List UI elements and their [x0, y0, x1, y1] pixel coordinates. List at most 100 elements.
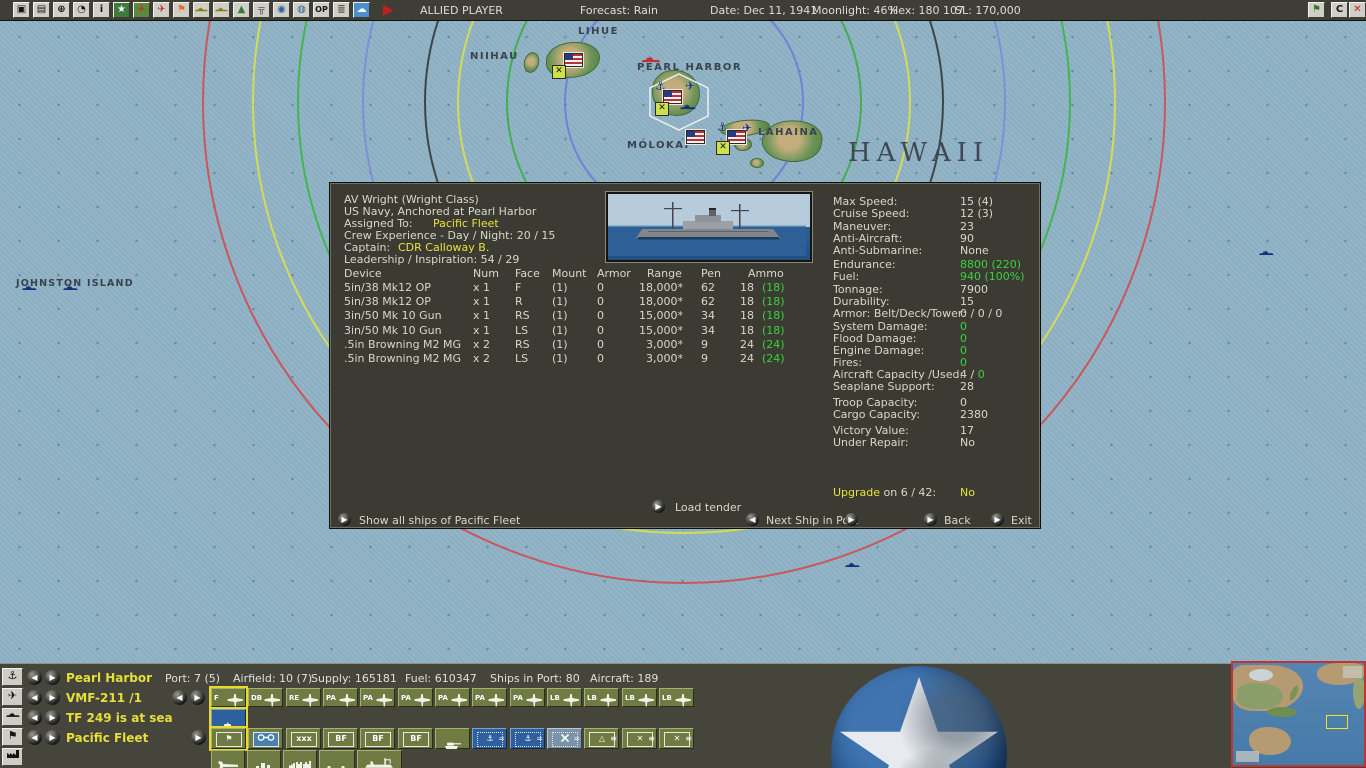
hq-bf-button[interactable]: BF — [323, 728, 358, 749]
allied-air-icon[interactable]: ✈ — [153, 2, 170, 18]
next-tf-arrow[interactable]: ▶ — [45, 710, 60, 725]
exit-arrow[interactable]: ▶ — [991, 513, 1004, 526]
terrain-icon[interactable]: ▲ — [233, 2, 250, 18]
air-group-button-PA[interactable]: PA — [360, 688, 395, 707]
roads-icon[interactable]: ╦ — [253, 2, 270, 18]
hq-repair-button[interactable]: = — [547, 728, 582, 749]
air-group-button-LB[interactable]: LB — [547, 688, 582, 707]
taskforce-link[interactable]: TF 249 is at sea — [66, 711, 173, 725]
exit-button[interactable]: Exit — [1011, 514, 1032, 527]
flag-toggle-icon[interactable]: ⚑ — [1308, 2, 1325, 18]
upgrade-link[interactable]: Upgrade on 6 / 42: — [833, 486, 936, 499]
flags-icon[interactable]: ⚑ — [173, 2, 190, 18]
prev-ship-arrow[interactable]: ◀ — [746, 513, 759, 526]
save-icon[interactable]: ▣ — [13, 2, 30, 18]
prev-tf-arrow[interactable]: ◀ — [27, 710, 42, 725]
hq-bf-button[interactable]: BF — [360, 728, 395, 749]
hq-infantry-button[interactable]: ✕ ≡ — [659, 728, 694, 749]
prev-hq-arrow[interactable]: ◀ — [27, 730, 42, 745]
squadron-name-link[interactable]: VMF-211 /1 — [66, 691, 142, 705]
next-base-arrow[interactable]: ▶ — [45, 670, 60, 685]
air-group-button-RE[interactable]: RE — [286, 688, 321, 707]
hq-bf-button[interactable]: BF — [398, 728, 433, 749]
railroads-icon[interactable]: ≣ — [333, 2, 350, 18]
ship-mode-icon[interactable] — [2, 708, 23, 726]
ships-list-button[interactable] — [319, 750, 355, 768]
japanese-air-icon[interactable]: ✈ — [133, 2, 150, 18]
message-globe-icon[interactable]: ◔ — [73, 2, 90, 18]
ship-marker-east[interactable] — [1259, 250, 1274, 256]
back-arrow[interactable]: ▶ — [924, 513, 937, 526]
hq-anchor-button[interactable]: ⚓ = — [472, 728, 507, 749]
air-group-button-F[interactable]: F — [211, 688, 246, 707]
hq-link-button[interactable] — [248, 728, 283, 749]
ship-marker-johnston-2[interactable] — [63, 285, 78, 291]
air-group-button-PA[interactable]: PA — [398, 688, 433, 707]
industry-button[interactable] — [283, 750, 317, 768]
prev-base-arrow[interactable]: ◀ — [27, 670, 42, 685]
squadron-list-next-arrow[interactable]: ▶ — [190, 690, 205, 705]
report-icon[interactable]: ▤ — [33, 2, 50, 18]
close-icon[interactable]: ✕ — [1349, 2, 1366, 18]
air-unit-pearl-harbor[interactable]: ✈ — [685, 79, 695, 93]
globe-icon[interactable]: ◉ — [273, 2, 290, 18]
hq-list-next-arrow[interactable]: ▶ — [191, 730, 206, 745]
minimap[interactable] — [1231, 661, 1366, 767]
weather-icon[interactable]: ☁ — [353, 2, 370, 18]
air-group-button-DB[interactable]: DB — [248, 688, 283, 707]
air-group-button-LB[interactable]: LB — [659, 688, 694, 707]
prev-squadron-arrow[interactable]: ◀ — [27, 690, 42, 705]
load-tender-arrow[interactable]: ▶ — [652, 500, 665, 513]
industry-mode-icon[interactable] — [2, 748, 23, 766]
ground-unit-pearl-harbor[interactable]: ✕ — [655, 102, 669, 116]
base-name-link[interactable]: Pearl Harbor — [66, 671, 152, 685]
search-globe-icon[interactable]: ⊕ — [53, 2, 70, 18]
air-unit-lahaina[interactable]: ✈ — [742, 121, 752, 135]
show-all-ships-button[interactable]: Show all ships of Pacific Fleet — [359, 514, 520, 527]
air-group-button-PA[interactable]: PA — [472, 688, 507, 707]
tender-button[interactable] — [357, 750, 402, 768]
hq-xxx-button[interactable]: xxx — [286, 728, 321, 749]
allied-ships-icon[interactable] — [193, 2, 210, 18]
port-mode-icon[interactable]: ⚓ — [2, 668, 23, 686]
air-group-button-LB[interactable]: LB — [584, 688, 619, 707]
squadron-list-prev-arrow[interactable]: ◀ — [172, 690, 187, 705]
supply-depot-button[interactable] — [247, 750, 281, 768]
zoom-globe-icon[interactable]: ◍ — [293, 2, 310, 18]
ship-unit-pearl-harbor[interactable] — [680, 104, 696, 110]
show-all-ships-arrow[interactable]: ▶ — [338, 513, 351, 526]
fleet-link[interactable]: Pacific Fleet — [66, 731, 148, 745]
next-hq-arrow[interactable]: ▶ — [45, 730, 60, 745]
ground-unit-lahaina[interactable]: ✕ — [716, 141, 730, 155]
base-flag-lihue[interactable] — [564, 53, 583, 67]
hq-engineer-button[interactable]: △ ≡ — [584, 728, 619, 749]
load-tender-button[interactable]: Load tender — [675, 501, 741, 514]
air-group-button-LB[interactable]: LB — [622, 688, 657, 707]
base-unit-lihue[interactable]: ✕ — [552, 65, 566, 79]
enemy-ship-marker[interactable] — [641, 56, 661, 63]
back-button[interactable]: Back — [944, 514, 971, 527]
info-icon[interactable]: i — [93, 2, 110, 18]
hq-mode-icon[interactable]: ⚑ — [2, 728, 23, 746]
hq-anchor-button[interactable]: ⚓ = — [510, 728, 545, 749]
air-group-button-PA[interactable]: PA — [323, 688, 358, 707]
allied-bases-icon[interactable]: ★ — [113, 2, 130, 18]
minimap-viewport[interactable] — [1326, 715, 1348, 729]
next-squadron-arrow[interactable]: ▶ — [45, 690, 60, 705]
air-group-button-PA[interactable]: PA — [435, 688, 470, 707]
operations-icon[interactable]: OP — [313, 2, 330, 18]
base-flag-molokai[interactable] — [686, 130, 705, 144]
hq-tank-button[interactable] — [435, 728, 470, 749]
air-mode-icon[interactable]: ✈ — [2, 688, 23, 706]
japanese-ships-icon[interactable] — [213, 2, 230, 18]
air-group-button-PA[interactable]: PA — [510, 688, 545, 707]
hq-infantry-button[interactable]: ✕ ≡ — [622, 728, 657, 749]
ship-marker-south[interactable] — [845, 562, 860, 568]
repair-shipyard-button[interactable] — [211, 750, 245, 768]
hq-flag-button[interactable]: ⚑ — [211, 728, 246, 749]
next-ship-arrow[interactable]: ▶ — [845, 513, 858, 526]
taskforce-button[interactable] — [211, 709, 246, 729]
combat-events-icon[interactable]: C — [1331, 2, 1348, 18]
ship-marker-johnston-1[interactable] — [22, 285, 37, 291]
run-turn-icon[interactable]: ▶ — [383, 2, 394, 18]
